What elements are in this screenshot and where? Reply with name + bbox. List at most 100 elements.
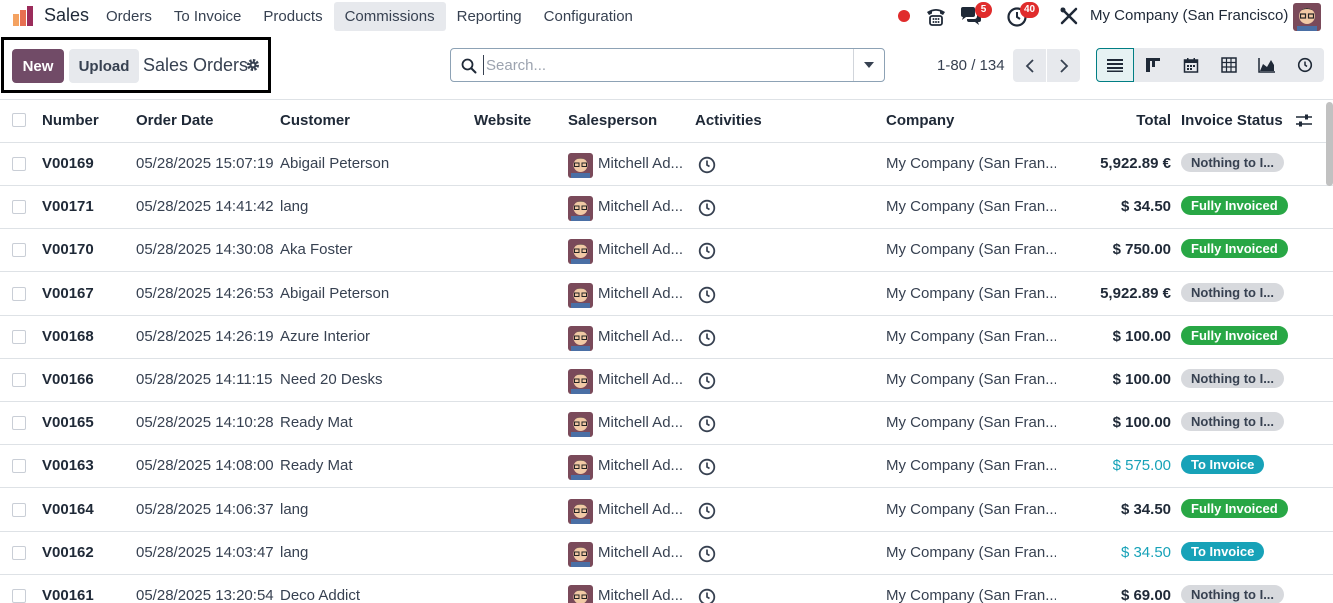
graph-view-button[interactable] — [1248, 48, 1286, 82]
column-settings-icon[interactable] — [1296, 114, 1312, 128]
search-input[interactable] — [483, 55, 843, 75]
gear-icon[interactable] — [246, 58, 260, 72]
salesperson-name: Mitchell Ad... — [598, 500, 684, 518]
order-date: 05/28/2025 14:11:15 — [136, 371, 273, 388]
row-checkbox[interactable] — [12, 459, 26, 474]
table-row[interactable]: V00170 05/28/2025 14:30:08 Aka Foster Mitch… — [0, 229, 1333, 273]
activity-clock-icon[interactable] — [698, 588, 716, 603]
pivot-view-button[interactable] — [1210, 48, 1248, 82]
pager-next-button[interactable] — [1047, 49, 1080, 82]
activity-clock-icon[interactable] — [698, 502, 716, 520]
activity-clock-icon[interactable] — [698, 199, 716, 217]
app-name[interactable]: Sales — [44, 5, 89, 26]
company-name: My Company (San Fran... — [886, 543, 1056, 561]
order-date: 05/28/2025 15:07:19 — [136, 155, 274, 172]
header-customer[interactable]: Customer — [280, 112, 350, 129]
new-button[interactable]: New — [12, 49, 64, 83]
company-name: My Company (San Fran... — [886, 457, 1056, 475]
row-checkbox[interactable] — [12, 157, 26, 171]
salesperson-avatar-image — [568, 239, 593, 265]
order-total: $ 100.00 — [1112, 327, 1171, 345]
activity-clock-icon[interactable] — [698, 415, 716, 433]
row-checkbox[interactable] — [12, 329, 26, 344]
table-row[interactable]: V00163 05/28/2025 14:08:00 Ready Mat Mitche… — [0, 445, 1333, 489]
salesperson-avatar — [568, 455, 593, 481]
header-invoice-status[interactable]: Invoice Status — [1181, 112, 1283, 129]
salesperson-avatar — [568, 541, 593, 567]
search-options-toggle[interactable] — [853, 49, 884, 81]
menu-orders[interactable]: Orders — [95, 2, 163, 31]
row-checkbox[interactable] — [12, 502, 26, 517]
messages-button[interactable]: 5 — [959, 2, 992, 27]
table-row[interactable]: V00171 05/28/2025 14:41:42 lang Mitchell Ad… — [0, 186, 1333, 230]
activity-view-button[interactable] — [1286, 48, 1324, 82]
menu-products[interactable]: Products — [252, 2, 333, 31]
table-row[interactable]: V00161 05/28/2025 13:20:54 Deco Addict Mitc… — [0, 575, 1333, 603]
header-activities[interactable]: Activities — [695, 112, 762, 129]
table-row[interactable]: V00165 05/28/2025 14:10:28 Ready Mat Mitche… — [0, 402, 1333, 446]
select-all-checkbox[interactable] — [12, 113, 26, 127]
header-website[interactable]: Website — [474, 112, 531, 129]
customer-name: lang — [280, 543, 309, 561]
kanban-view-button[interactable] — [1134, 48, 1172, 82]
user-avatar[interactable] — [1293, 3, 1321, 31]
salesperson-name: Mitchell Ad... — [598, 155, 684, 172]
order-total: $ 34.50 — [1120, 543, 1171, 561]
activity-clock-icon[interactable] — [698, 156, 716, 174]
recording-dot-icon[interactable] — [898, 10, 910, 22]
vertical-scrollbar[interactable] — [1326, 102, 1333, 186]
header-total[interactable]: Total — [1136, 112, 1171, 129]
invoice-status-badge: Nothing to I... — [1181, 153, 1285, 172]
search-box — [450, 48, 885, 82]
order-total: $ 100.00 — [1112, 414, 1171, 432]
list-view-button[interactable] — [1096, 48, 1134, 82]
salesperson-name: Mitchell Ad... — [598, 587, 684, 603]
salesperson-avatar — [568, 239, 593, 265]
row-checkbox[interactable] — [12, 286, 26, 301]
pager-previous-button[interactable] — [1013, 49, 1046, 82]
activity-clock-icon[interactable] — [698, 372, 716, 390]
row-checkbox[interactable] — [12, 373, 26, 387]
menu-configuration[interactable]: Configuration — [533, 2, 644, 31]
header-salesperson[interactable]: Salesperson — [568, 112, 657, 129]
row-checkbox[interactable] — [12, 243, 26, 258]
activities-button[interactable]: 40 — [1006, 2, 1040, 27]
salesperson-name: Mitchell Ad... — [598, 327, 684, 345]
table-row[interactable]: V00166 05/28/2025 14:11:15 Need 20 Desks Mi… — [0, 359, 1333, 402]
activity-clock-icon[interactable] — [698, 545, 716, 563]
salesperson-avatar — [568, 153, 593, 178]
row-checkbox[interactable] — [12, 545, 26, 560]
upload-button[interactable]: Upload — [69, 49, 139, 83]
invoice-status-badge: Fully Invoiced — [1181, 325, 1288, 345]
company-name: My Company (San Fran... — [886, 414, 1056, 432]
sales-app-icon[interactable] — [12, 5, 34, 27]
activity-clock-icon[interactable] — [698, 458, 716, 476]
order-number: V00161 — [42, 587, 94, 603]
table-row[interactable]: V00167 05/28/2025 14:26:53 Abigail Peterso… — [0, 273, 1333, 316]
table-row[interactable]: V00168 05/28/2025 14:26:19 Azure Interior M… — [0, 316, 1333, 359]
salesperson-avatar-image — [568, 455, 593, 481]
table-row[interactable]: V00164 05/28/2025 14:06:37 lang Mitchell Ad… — [0, 489, 1333, 532]
row-checkbox[interactable] — [12, 416, 26, 431]
pager-value[interactable]: 1-80 / 134 — [937, 57, 1005, 74]
activity-clock-icon[interactable] — [698, 329, 716, 347]
debug-tools-icon[interactable] — [1057, 5, 1081, 27]
row-checkbox[interactable] — [12, 200, 26, 215]
menu-to-invoice[interactable]: To Invoice — [163, 2, 253, 31]
menu-commissions[interactable]: Commissions — [333, 2, 446, 31]
calendar-view-button[interactable] — [1172, 48, 1210, 82]
activity-clock-icon[interactable] — [698, 286, 716, 304]
menu-reporting[interactable]: Reporting — [446, 2, 533, 31]
table-row[interactable]: V00169 05/28/2025 15:07:19 Abigail Peterso… — [0, 143, 1333, 186]
table-row[interactable]: V00162 05/28/2025 14:03:47 lang Mitchell Ad… — [0, 532, 1333, 575]
header-order-date[interactable]: Order Date — [136, 112, 214, 129]
activity-clock-icon[interactable] — [698, 242, 716, 260]
header-number[interactable]: Number — [42, 112, 99, 129]
header-company[interactable]: Company — [886, 112, 954, 129]
company-name: My Company (San Fran... — [886, 198, 1056, 216]
company-switcher[interactable]: My Company (San Francisco) — [1090, 7, 1288, 24]
row-checkbox[interactable] — [12, 589, 26, 603]
phone-icon[interactable] — [924, 5, 948, 27]
company-name: My Company (San Fran... — [886, 327, 1056, 345]
invoice-status-badge: To Invoice — [1181, 455, 1265, 475]
